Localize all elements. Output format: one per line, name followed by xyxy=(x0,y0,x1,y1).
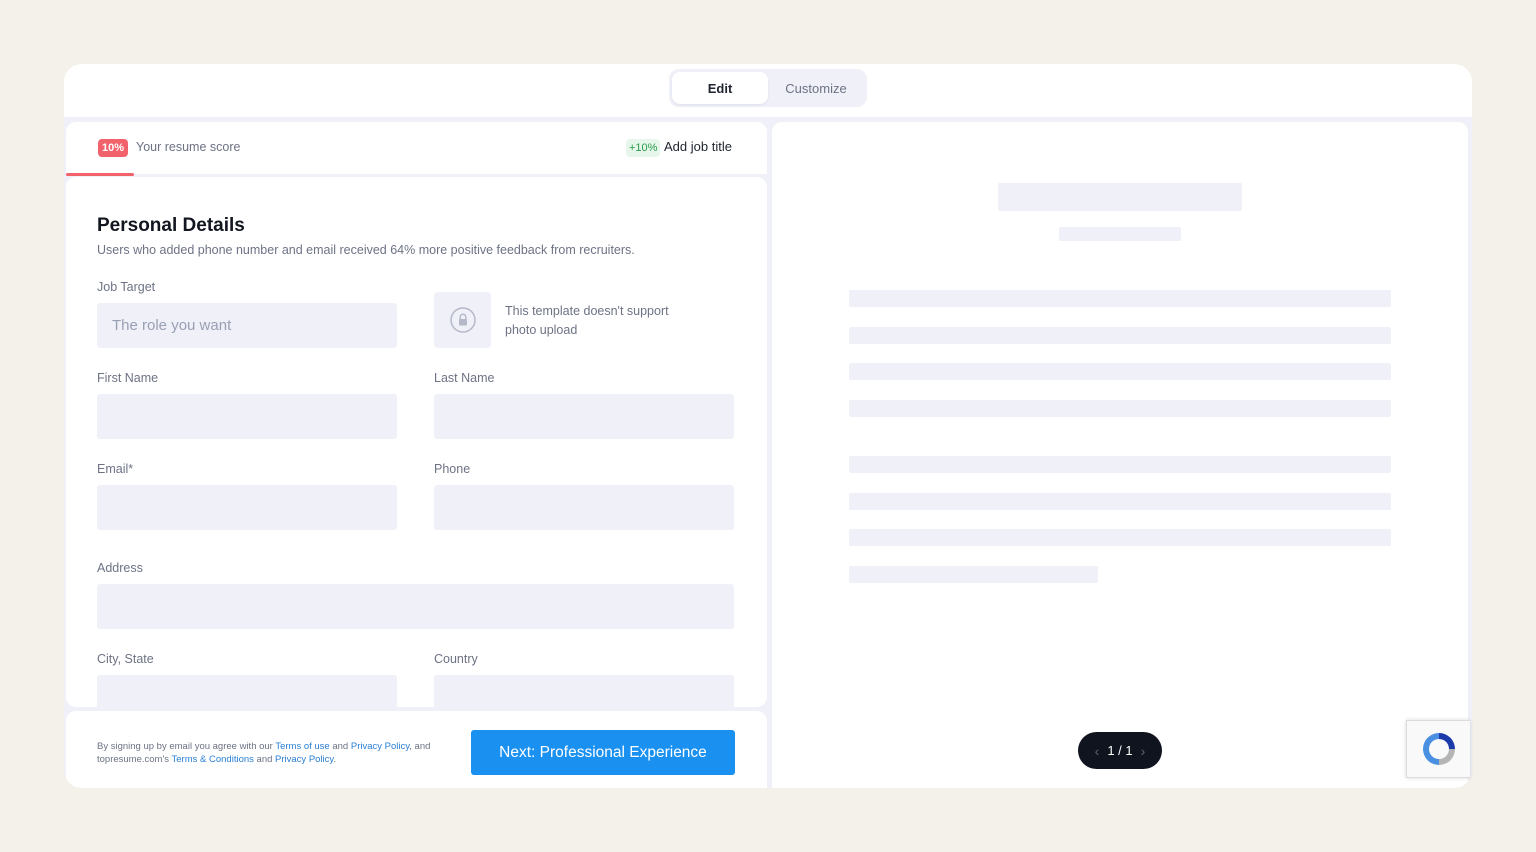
city-state-input[interactable] xyxy=(97,675,397,707)
page-indicator: 1 / 1 xyxy=(1107,743,1133,758)
job-target-label: Job Target xyxy=(97,280,156,294)
resume-preview: ‹ 1 / 1 › xyxy=(772,122,1468,788)
photo-upload-box xyxy=(434,292,491,348)
next-professional-experience-button[interactable]: Next: Professional Experience xyxy=(471,730,735,775)
terms-conditions-link[interactable]: Terms & Conditions xyxy=(172,754,254,765)
preview-line xyxy=(849,566,1098,583)
resume-score-bar: 10% Your resume score +10% Add job title xyxy=(66,122,767,176)
preview-line xyxy=(849,327,1391,344)
terms-of-use-link[interactable]: Terms of use xyxy=(275,741,329,752)
preview-line xyxy=(849,400,1391,417)
legal-period: . xyxy=(333,754,337,765)
tab-customize[interactable]: Customize xyxy=(768,72,864,104)
resume-builder-app: Edit Customize 10% Your resume score +10… xyxy=(64,64,1472,788)
score-boost-badge: +10% xyxy=(626,139,661,157)
preview-line xyxy=(849,290,1391,307)
email-label: Email* xyxy=(97,462,134,476)
privacy-policy-link-2[interactable]: Privacy Policy xyxy=(275,754,333,765)
email-field[interactable] xyxy=(97,485,397,530)
legal-and-1: and xyxy=(332,741,349,752)
preview-line xyxy=(849,363,1391,380)
preview-line xyxy=(849,456,1391,473)
preview-name-placeholder xyxy=(998,183,1242,211)
country-input[interactable] xyxy=(434,675,734,707)
phone-label: Phone xyxy=(434,462,471,476)
add-job-title-link[interactable]: Add job title xyxy=(664,139,732,154)
recaptcha-badge[interactable] xyxy=(1406,720,1470,778)
score-badge: 10% xyxy=(98,139,129,157)
section-title: Personal Details xyxy=(97,215,245,236)
legal-text-1: By signing up by email you agree with ou… xyxy=(97,741,273,752)
address-input[interactable] xyxy=(97,584,734,629)
score-progress-bar xyxy=(66,173,134,176)
score-label: Your resume score xyxy=(136,140,241,154)
last-name-input[interactable] xyxy=(434,394,734,439)
preview-line xyxy=(849,529,1391,546)
country-label: Country xyxy=(434,652,478,666)
section-subtitle: Users who added phone number and email r… xyxy=(97,243,635,257)
legal-and-2: and xyxy=(256,754,273,765)
privacy-policy-link[interactable]: Privacy Policy xyxy=(351,741,409,752)
last-name-label: Last Name xyxy=(434,371,495,385)
legal-notice: By signing up by email you agree with ou… xyxy=(97,740,457,766)
personal-details-form: Personal Details Users who added phone n… xyxy=(66,177,767,707)
phone-field[interactable] xyxy=(434,485,734,530)
tab-edit[interactable]: Edit xyxy=(672,72,768,104)
preview-title-placeholder xyxy=(1059,227,1181,241)
preview-line xyxy=(849,493,1391,510)
chevron-right-icon[interactable]: › xyxy=(1141,743,1146,759)
recaptcha-icon xyxy=(1422,733,1455,765)
top-bar: Edit Customize xyxy=(64,64,1472,117)
job-target-input[interactable] xyxy=(97,303,397,348)
chevron-left-icon[interactable]: ‹ xyxy=(1095,743,1100,759)
city-state-label: City, State xyxy=(97,652,154,666)
form-footer: By signing up by email you agree with ou… xyxy=(66,711,767,788)
page-pager: ‹ 1 / 1 › xyxy=(1078,732,1162,769)
lock-icon xyxy=(449,307,476,333)
address-label: Address xyxy=(97,561,143,575)
photo-upload-note: This template doesn't support photo uplo… xyxy=(505,304,669,337)
first-name-input[interactable] xyxy=(97,394,397,439)
first-name-label: First Name xyxy=(97,371,159,385)
view-tabs: Edit Customize xyxy=(669,69,867,107)
